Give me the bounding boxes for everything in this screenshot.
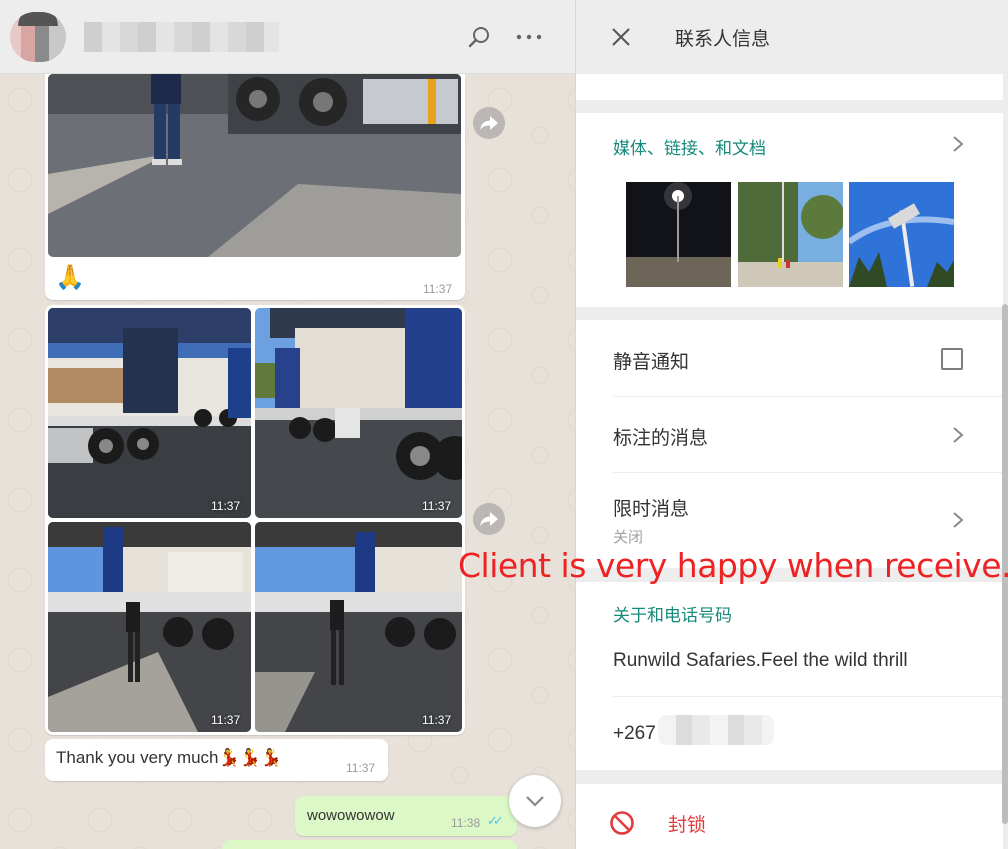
divider — [613, 696, 1003, 697]
media-thumbnail[interactable] — [738, 182, 843, 287]
media-card: 媒体、链接、和文档 — [576, 113, 1003, 307]
forward-button[interactable] — [473, 107, 505, 139]
block-row[interactable]: 封锁 — [576, 784, 1003, 849]
photo-time: 11:37 — [422, 499, 452, 513]
outgoing-message: wowowowow 11:38 ✓✓ — [295, 796, 517, 836]
about-text[interactable]: Runwild Safaries.Feel the wild thrill — [613, 650, 908, 672]
phone-number-blurred — [658, 715, 774, 745]
grid-photo-2[interactable]: 11:37 — [255, 308, 462, 518]
close-icon — [612, 28, 630, 46]
photo-time: 11:37 — [211, 713, 241, 727]
photo-grid-message: 11:37 11:37 11:37 11:37 — [45, 305, 465, 735]
avatar[interactable] — [10, 12, 66, 62]
forward-icon — [480, 116, 498, 130]
message-time: 11:37 — [346, 761, 376, 775]
chevron-right-icon[interactable] — [951, 134, 965, 154]
message-text: Thank you very much💃💃💃 — [56, 748, 283, 767]
about-section-label: 关于和电话号码 — [613, 606, 732, 625]
disappearing-label: 限时消息 — [613, 499, 690, 520]
photo-message: 🙏 11:37 — [45, 60, 465, 300]
block-icon — [610, 811, 634, 835]
message-time: 11:38 — [451, 816, 481, 830]
block-card: 封锁 — [576, 784, 1003, 849]
grid-photo-4[interactable]: 11:37 — [255, 522, 462, 732]
photo-time: 11:37 — [211, 499, 241, 513]
annotation-caption: Client is very happy when receive. — [458, 546, 1008, 585]
contact-info-pane: 联系人信息 媒体、链接、和文档 静音通知 标注的消息 限时消息 关闭 关于和电话… — [575, 0, 1008, 849]
truck-photo[interactable] — [48, 74, 461, 257]
mute-label: 静音通知 — [613, 352, 690, 373]
starred-label: 标注的消息 — [613, 428, 709, 449]
disappearing-value: 关闭 — [613, 529, 644, 546]
info-header: 联系人信息 — [576, 0, 1008, 74]
media-thumbnail[interactable] — [626, 182, 731, 287]
prayer-emoji: 🙏 — [55, 264, 85, 291]
message-time: 11:37 — [423, 282, 453, 296]
close-button[interactable] — [606, 22, 636, 52]
search-icon — [468, 27, 489, 48]
media-thumbnail[interactable] — [849, 182, 954, 287]
block-label: 封锁 — [668, 815, 707, 836]
grid-photo-1[interactable]: 11:37 — [48, 308, 251, 518]
more-dots-icon — [516, 34, 542, 40]
chat-header — [0, 0, 575, 74]
scroll-to-bottom-button[interactable] — [509, 775, 561, 827]
outgoing-message-partial — [222, 840, 517, 849]
page-title: 联系人信息 — [675, 29, 771, 50]
chevron-right-icon — [953, 427, 964, 443]
media-section-label[interactable]: 媒体、链接、和文档 — [613, 134, 766, 159]
search-button[interactable] — [464, 22, 494, 52]
read-ticks-icon: ✓✓ — [487, 813, 504, 828]
grid-photo-3[interactable]: 11:37 — [48, 522, 251, 732]
message-text: wowowowow — [307, 807, 395, 824]
mute-checkbox[interactable] — [941, 348, 963, 370]
more-menu-button[interactable] — [514, 22, 544, 52]
about-card: 关于和电话号码 Runwild Safaries.Feel the wild t… — [576, 582, 1003, 770]
forward-icon — [480, 512, 498, 526]
info-top-card — [576, 74, 1003, 100]
settings-card: 静音通知 标注的消息 限时消息 关闭 — [576, 320, 1003, 568]
photo-time: 11:37 — [422, 713, 452, 727]
text-message: Thank you very much💃💃💃 11:37 — [45, 739, 388, 781]
forward-button[interactable] — [473, 503, 505, 535]
contact-name-blurred[interactable] — [84, 22, 279, 52]
starred-messages-row[interactable]: 标注的消息 — [576, 397, 1003, 472]
chevron-down-icon — [526, 796, 544, 807]
chat-pane: 🙏 11:37 11:37 11:37 11:37 11:37 Thank yo… — [0, 0, 575, 849]
mute-row[interactable]: 静音通知 — [576, 320, 1003, 396]
chevron-right-icon — [953, 512, 964, 528]
phone-number[interactable]: +267 — [613, 723, 656, 745]
